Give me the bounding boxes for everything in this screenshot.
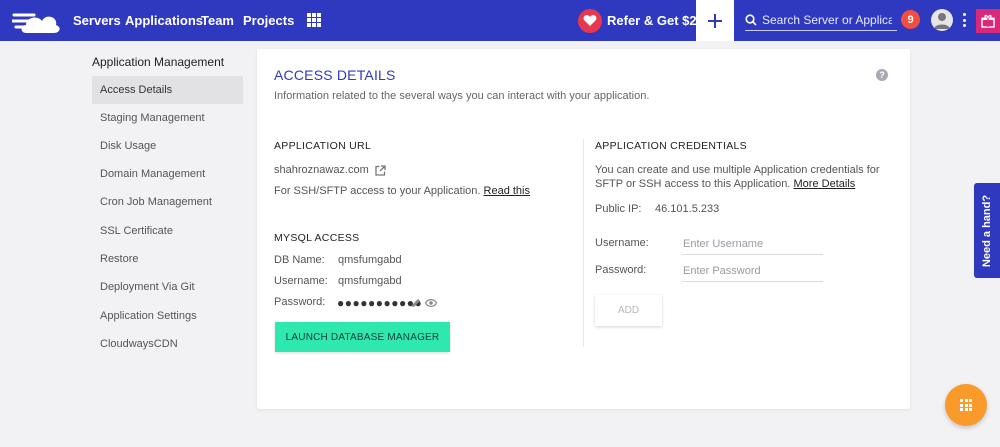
need-a-hand-label: Need a hand? — [981, 194, 993, 267]
more-menu-icon[interactable] — [963, 13, 967, 27]
page-title: ACCESS DETAILS — [274, 67, 396, 83]
nav-servers[interactable]: Servers — [73, 13, 121, 28]
sidebar-item-restore[interactable]: Restore — [92, 245, 243, 273]
page-description: Information related to the several ways … — [274, 90, 650, 102]
external-link-icon[interactable] — [375, 164, 386, 176]
credential-username-field — [682, 233, 823, 255]
nav-team[interactable]: Team — [201, 13, 234, 28]
credentials-description: You can create and use multiple Applicat… — [595, 163, 895, 191]
search-box — [745, 10, 897, 31]
sidebar-item-deployment-via-git[interactable]: Deployment Via Git — [92, 273, 243, 301]
db-username-value: qmsfumgabd — [338, 275, 402, 287]
public-ip-value: 46.101.5.233 — [655, 203, 720, 215]
nav-projects[interactable]: Projects — [243, 13, 294, 28]
sidebar-item-cron-job-management[interactable]: Cron Job Management — [92, 188, 243, 216]
notification-badge[interactable]: 9 — [901, 10, 920, 29]
credential-username-label: Username: — [595, 237, 649, 249]
need-a-hand-tab[interactable]: Need a hand? — [974, 183, 1000, 278]
credential-username-input[interactable] — [682, 233, 823, 254]
add-credential-button[interactable]: ADD — [595, 295, 662, 326]
credential-password-input[interactable] — [682, 260, 823, 281]
read-this-link[interactable]: Read this — [484, 185, 530, 197]
heart-icon — [578, 8, 602, 33]
public-ip-label: Public IP: — [595, 203, 642, 215]
sidebar-item-ssl-certificate[interactable]: SSL Certificate — [92, 217, 243, 245]
add-button[interactable] — [696, 0, 734, 41]
pencil-icon[interactable] — [411, 298, 421, 308]
access-details-card: ACCESS DETAILS Information related to th… — [257, 49, 910, 409]
sidebar-item-disk-usage[interactable]: Disk Usage — [92, 132, 243, 160]
sidebar-item-application-settings[interactable]: Application Settings — [92, 302, 243, 330]
ssh-access-text: For SSH/SFTP access to your Application. — [274, 185, 481, 197]
sidebar-title: Application Management — [92, 55, 225, 69]
eye-icon[interactable] — [425, 298, 437, 308]
ssh-access-row: For SSH/SFTP access to your Application.… — [274, 185, 530, 197]
column-divider — [583, 139, 584, 347]
nav-applications[interactable]: Applications — [125, 13, 203, 28]
gift-icon[interactable] — [976, 9, 1000, 33]
sidebar-item-domain-management[interactable]: Domain Management — [92, 160, 243, 188]
db-password-label: Password: — [274, 296, 326, 308]
top-navigation-bar: Servers Applications Team Projects Refer… — [0, 0, 1000, 41]
application-url-row: shahroznawaz.com — [274, 164, 386, 176]
sidebar-item-access-details[interactable]: Access Details — [92, 76, 243, 104]
plus-icon — [708, 13, 722, 28]
db-password-value: ●●●●●●●●●●● — [337, 296, 423, 310]
credential-password-field — [682, 260, 823, 282]
mysql-access-heading: MYSQL ACCESS — [274, 232, 360, 244]
grid-icon — [960, 399, 972, 411]
application-credentials-heading: APPLICATION CREDENTIALS — [595, 140, 747, 152]
refer-label: Refer & Get $20 — [607, 13, 704, 28]
user-icon — [934, 13, 950, 29]
avatar[interactable] — [931, 9, 953, 31]
sidebar-item-cloudways-cdn[interactable]: CloudwaysCDN — [92, 330, 243, 358]
more-details-link[interactable]: More Details — [794, 178, 856, 190]
application-url-link[interactable]: shahroznawaz.com — [274, 164, 369, 176]
credential-password-label: Password: — [595, 264, 647, 276]
search-input[interactable] — [762, 13, 892, 27]
application-url-heading: APPLICATION URL — [274, 140, 372, 152]
floating-apps-button[interactable] — [945, 384, 987, 426]
help-icon[interactable]: ? — [876, 69, 888, 81]
launch-database-manager-button[interactable]: LAUNCH DATABASE MANAGER — [275, 322, 450, 352]
search-icon — [745, 14, 757, 26]
db-name-value: qmsfumgabd — [338, 254, 402, 266]
db-username-label: Username: — [274, 275, 328, 287]
db-name-label: DB Name: — [274, 254, 325, 266]
sidebar-item-staging-management[interactable]: Staging Management — [92, 104, 243, 132]
refer-button[interactable]: Refer & Get $20 — [578, 8, 704, 33]
cloudways-logo[interactable] — [12, 7, 60, 35]
apps-grid-icon[interactable] — [307, 13, 321, 27]
